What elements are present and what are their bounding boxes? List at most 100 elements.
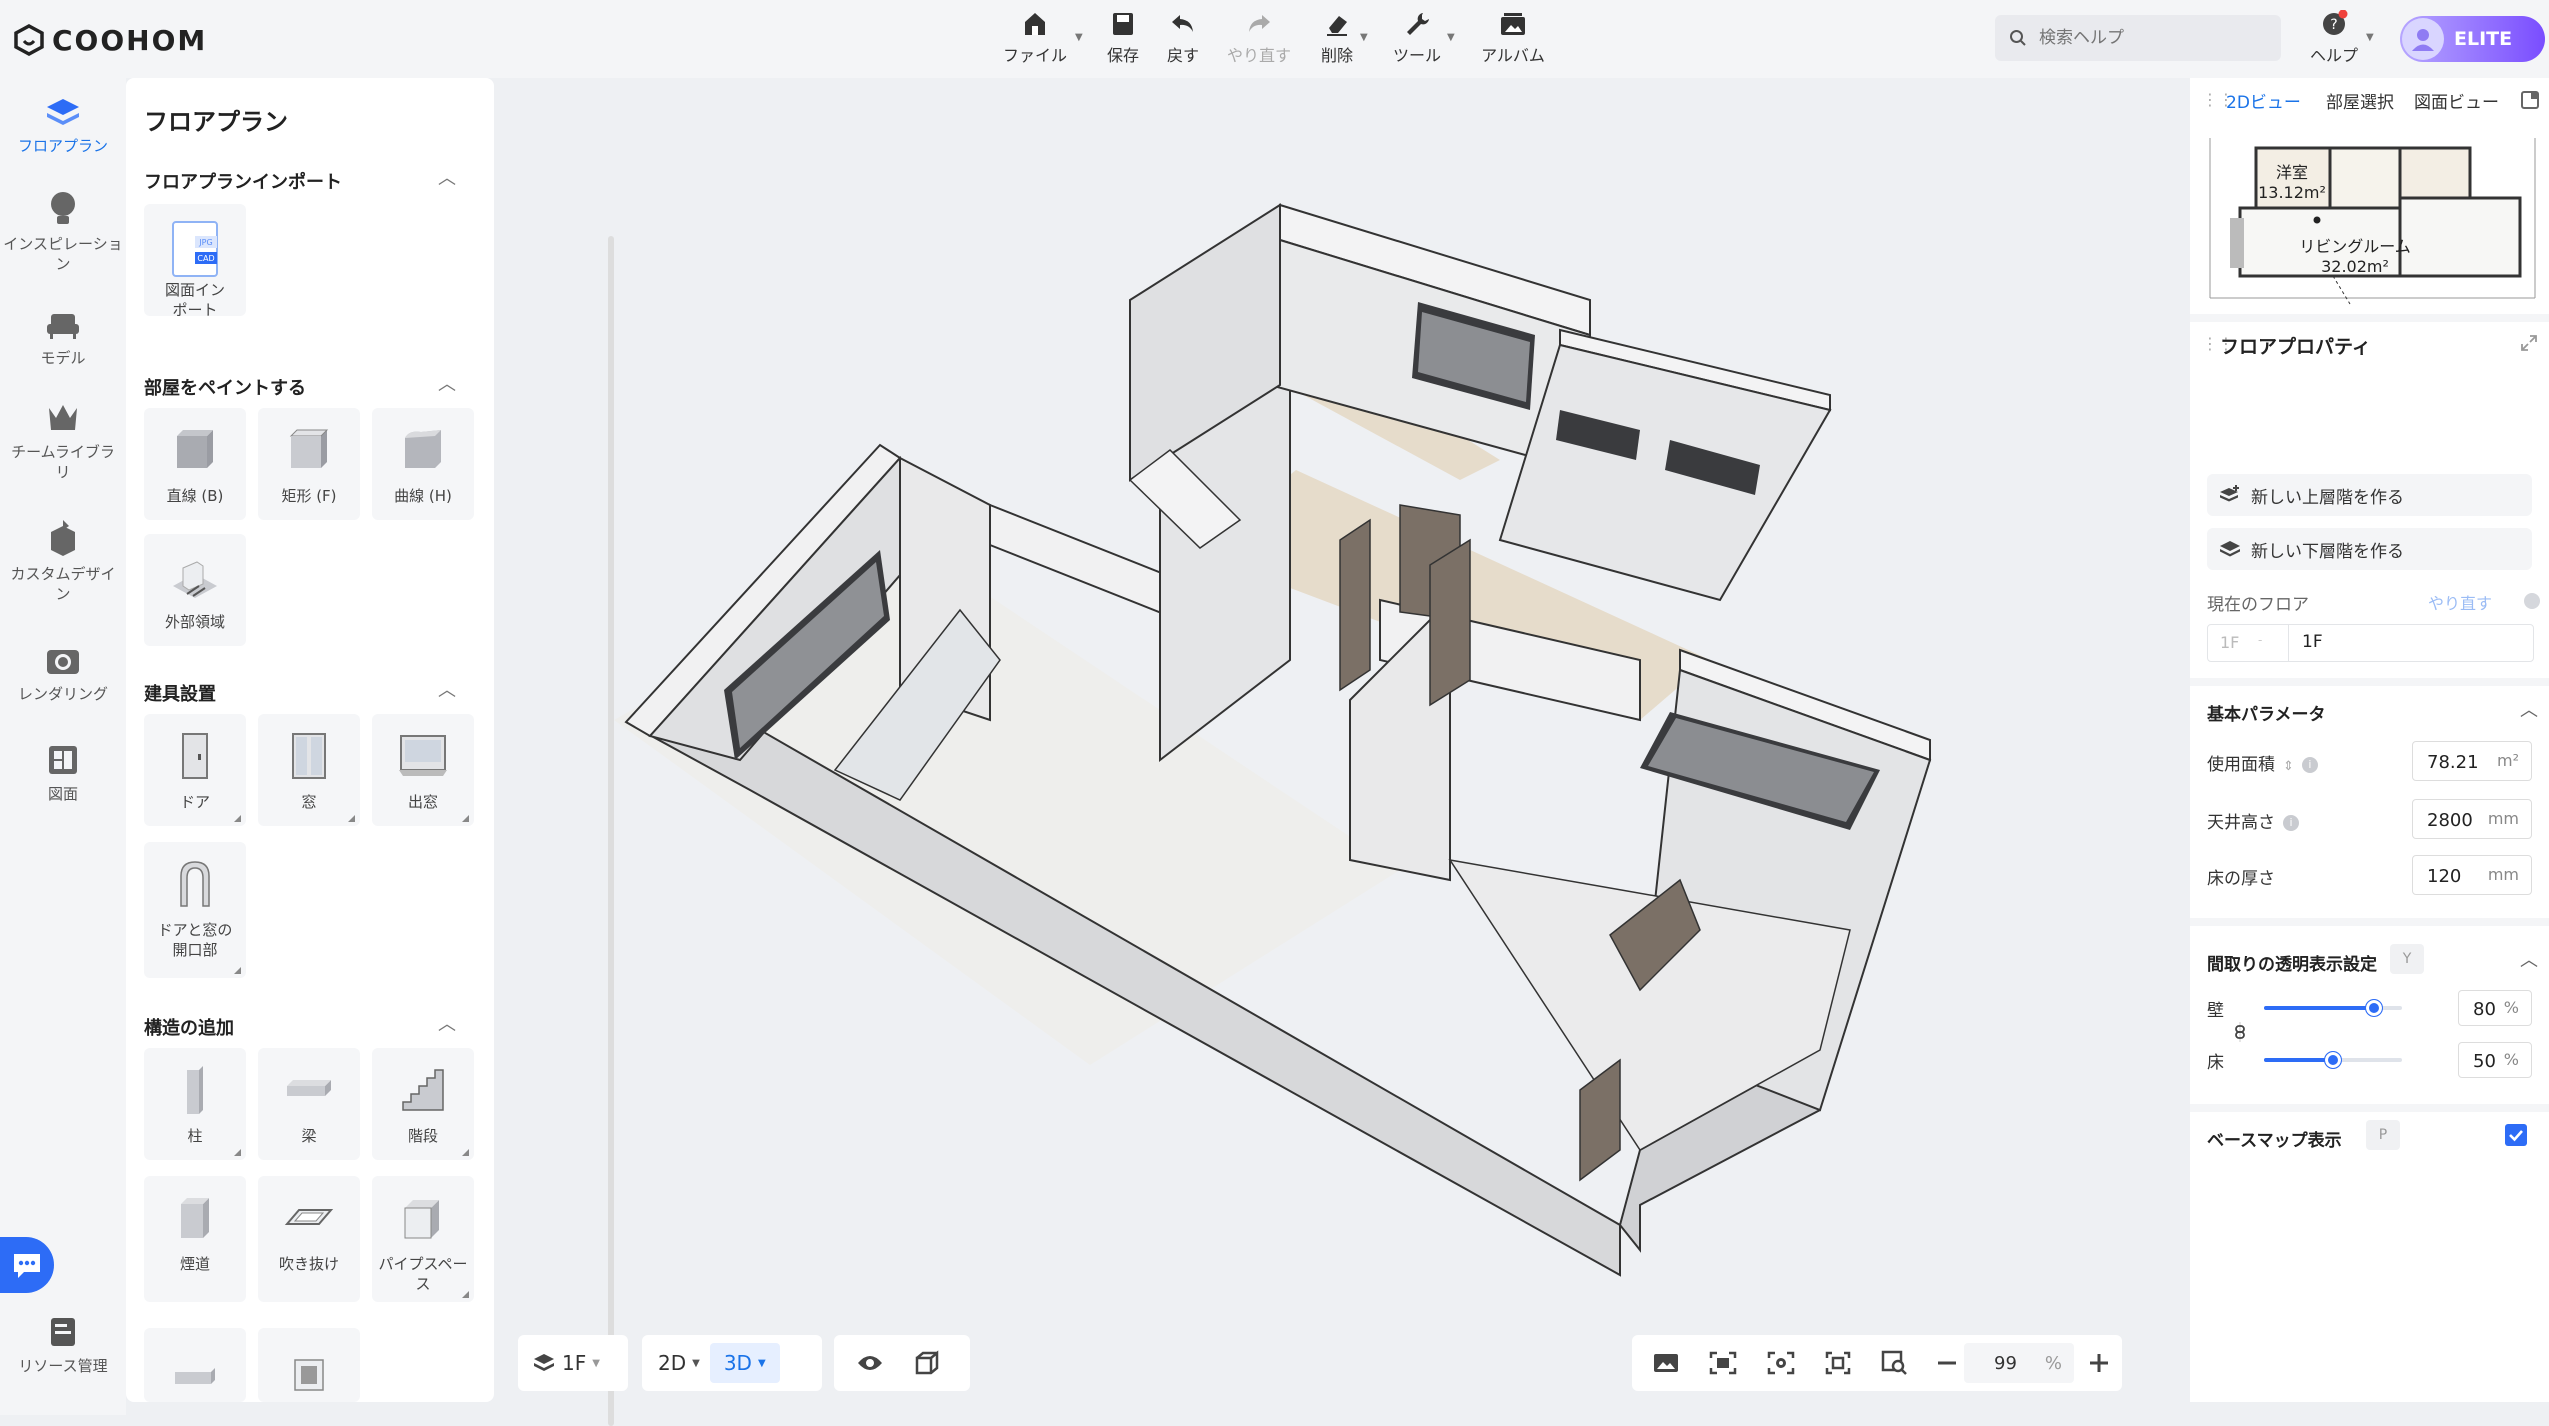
- help-button[interactable]: ? ヘルプ: [2292, 8, 2376, 72]
- basemap-checkbox[interactable]: [2505, 1124, 2527, 1146]
- 3d-viewport[interactable]: [494, 78, 2190, 1415]
- layers-icon: [2220, 541, 2240, 557]
- tile-void[interactable]: 吹き抜け: [258, 1176, 360, 1302]
- slider-knob[interactable]: [2365, 999, 2384, 1017]
- floor-transparency-slider[interactable]: [2264, 1051, 2402, 1069]
- visibility-button[interactable]: [834, 1353, 900, 1373]
- album-button[interactable]: アルバム: [1468, 8, 1558, 72]
- rail-item-inspiration[interactable]: インスピレーション: [0, 188, 126, 274]
- floorplan-icon: [47, 99, 79, 125]
- zoom-input[interactable]: 99 %: [1964, 1343, 2074, 1383]
- tile-label: 曲線 (H): [394, 487, 452, 505]
- tab-room-select[interactable]: 部屋選択: [2326, 88, 2394, 113]
- tools-caret-icon[interactable]: ▼: [1447, 32, 1455, 43]
- new-lower-floor-button[interactable]: 新しい下層階を作る: [2207, 528, 2532, 570]
- screenshot-button[interactable]: [1632, 1351, 1694, 1375]
- door-5: [1429, 538, 1471, 707]
- zoom-out-button[interactable]: [1924, 1352, 1964, 1374]
- help-caret-icon[interactable]: ▼: [2366, 32, 2374, 43]
- cube-view-button[interactable]: [900, 1350, 954, 1376]
- tile-bay-window[interactable]: 出窓: [372, 714, 474, 826]
- wall-transparency-input[interactable]: 80 %: [2458, 990, 2532, 1026]
- rail-item-resource-manager[interactable]: リソース管理: [0, 1314, 126, 1376]
- elite-label: ELITE: [2454, 28, 2513, 50]
- search-input[interactable]: [2037, 27, 2261, 49]
- delete-caret-icon[interactable]: ▼: [1360, 32, 1368, 43]
- rail-item-model[interactable]: モデル: [0, 308, 126, 368]
- view-2d-button[interactable]: 2D ▼: [642, 1351, 710, 1375]
- tile-drawing-import[interactable]: JPG CAD 図面インポート: [144, 204, 246, 319]
- album-icon: [1501, 13, 1525, 35]
- file-menu[interactable]: ファイル: [990, 8, 1080, 72]
- camera-settings-button[interactable]: [1752, 1350, 1810, 1376]
- new-upper-floor-label: 新しい上層階を作る: [2251, 487, 2404, 508]
- tile-door[interactable]: ドア: [144, 714, 246, 826]
- tile-column[interactable]: 柱: [144, 1048, 246, 1160]
- tab-2d-view[interactable]: 2Dビュー: [2226, 88, 2301, 113]
- display-tools: [834, 1335, 970, 1391]
- zoom-in-button[interactable]: [2074, 1352, 2120, 1374]
- tile-pipe-space[interactable]: パイプスペース: [372, 1176, 474, 1302]
- tile-rect-room[interactable]: 矩形 (F): [258, 408, 360, 520]
- tile-beam[interactable]: 梁: [258, 1048, 360, 1160]
- collapse-panel-icon[interactable]: [2520, 90, 2540, 110]
- rail-item-rendering[interactable]: レンダリング: [0, 642, 126, 704]
- rail-item-floorplan[interactable]: フロアプラン: [0, 96, 126, 156]
- app-logo[interactable]: COOHOM: [14, 18, 207, 62]
- tile-niche[interactable]: [258, 1328, 360, 1402]
- link-icon[interactable]: [2230, 1020, 2250, 1044]
- rail-item-team-library[interactable]: チームライブラリ: [0, 400, 126, 482]
- zoom-fit-button[interactable]: [1866, 1349, 1924, 1377]
- rail-item-drawing[interactable]: 図面: [0, 742, 126, 804]
- delete-button[interactable]: 削除: [1292, 8, 1382, 72]
- rail-item-custom-design[interactable]: カスタムデザイン: [0, 518, 126, 604]
- search-box[interactable]: [1995, 15, 2281, 61]
- collapse-chevron-icon[interactable]: ︿: [438, 676, 456, 702]
- window-icon: [292, 733, 326, 779]
- minimap-room-area: 32.02m²: [2321, 257, 2389, 276]
- floor-name-value[interactable]: 1F: [2302, 632, 2323, 652]
- view-3d-button[interactable]: 3D ▼: [709, 1343, 780, 1383]
- more-variants-indicator: [234, 1149, 241, 1156]
- tile-straight-room[interactable]: 直線 (B): [144, 408, 246, 520]
- tile-stairs[interactable]: 階段: [372, 1048, 474, 1160]
- minimap-room-name: 洋室: [2276, 163, 2308, 182]
- account-elite-badge[interactable]: ELITE: [2400, 16, 2545, 62]
- floor-thickness-input[interactable]: 120 mm: [2412, 855, 2532, 895]
- current-floor-field[interactable]: 1F - 1F: [2207, 624, 2534, 662]
- slider-knob[interactable]: [2324, 1051, 2342, 1069]
- chat-support-button[interactable]: [0, 1237, 54, 1293]
- ceiling-height-input[interactable]: 2800 mm: [2412, 799, 2532, 839]
- expand-icon[interactable]: [2520, 334, 2538, 352]
- tile-exterior-area[interactable]: 外部領域: [144, 534, 246, 646]
- collapse-chevron-icon[interactable]: ︿: [438, 164, 456, 190]
- tab-drawing-view[interactable]: 図面ビュー: [2414, 88, 2499, 113]
- shortcut-p: P: [2366, 1120, 2400, 1150]
- usable-area-input[interactable]: 78.21 m²: [2412, 741, 2532, 781]
- floor-selector[interactable]: 1F ▼: [518, 1335, 628, 1391]
- collapse-chevron-icon[interactable]: ︿: [438, 370, 456, 396]
- tile-curve-room[interactable]: 曲線 (H): [372, 408, 474, 520]
- collapse-chevron-icon[interactable]: ︿: [2520, 946, 2538, 972]
- rect-room-icon: [289, 429, 329, 468]
- cube-icon: [177, 430, 213, 468]
- focus-button[interactable]: [1810, 1350, 1866, 1376]
- minus-icon: [1938, 1361, 1956, 1365]
- fit-view-button[interactable]: [1694, 1350, 1752, 1376]
- redo-button[interactable]: やり直す: [1214, 8, 1304, 72]
- collapse-chevron-icon[interactable]: ︿: [438, 1010, 456, 1036]
- tile-slab[interactable]: [144, 1328, 246, 1402]
- tile-window[interactable]: 窓: [258, 714, 360, 826]
- percent-unit: %: [2503, 1050, 2519, 1069]
- new-upper-floor-button[interactable]: 新しい上層階を作る: [2207, 474, 2532, 516]
- tile-door-window-opening[interactable]: ドアと窓の開口部: [144, 842, 246, 978]
- collapse-chevron-icon[interactable]: ︿: [2520, 696, 2538, 722]
- wall-transparency-slider[interactable]: [2264, 999, 2402, 1017]
- tile-label: 煙道: [179, 1255, 210, 1273]
- floor-redo-link[interactable]: やり直す: [2428, 590, 2492, 614]
- floor-transparency-input[interactable]: 50 %: [2458, 1042, 2532, 1078]
- tile-flue[interactable]: 煙道: [144, 1176, 246, 1302]
- minimap-2d[interactable]: 洋室 13.12m² リビングルーム 32.02m²: [2200, 128, 2545, 308]
- rail-label: レンダリング: [17, 685, 108, 703]
- floor-dropdown[interactable]: 1F ▼: [518, 1351, 614, 1375]
